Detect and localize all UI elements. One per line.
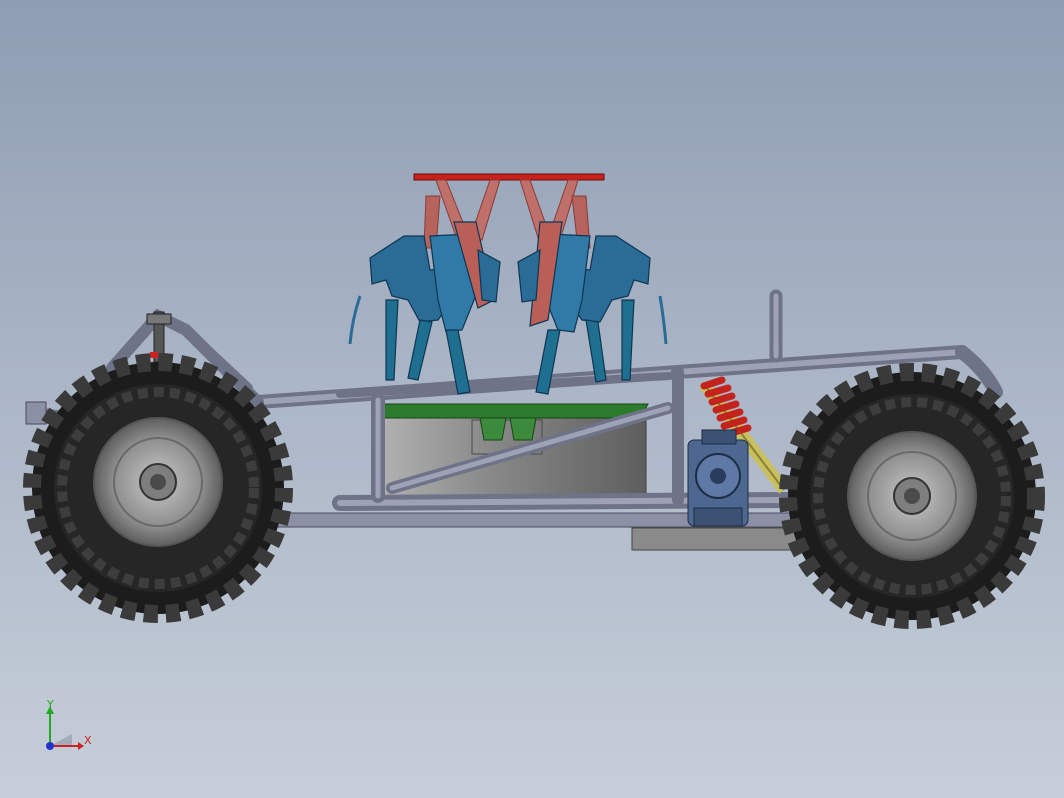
- skid-plate[interactable]: [631, 527, 811, 551]
- parallel-platform[interactable]: [413, 173, 605, 181]
- triad-x-label: X: [84, 734, 92, 747]
- reference-triad: X Y: [36, 694, 106, 764]
- triad-y-label: Y: [47, 698, 54, 711]
- motor-gearbox[interactable]: [687, 429, 749, 527]
- vehicle-model[interactable]: [0, 0, 1064, 798]
- actuator-left[interactable]: [348, 221, 501, 395]
- rear-wheel[interactable]: [779, 363, 1045, 629]
- graphics-viewport[interactable]: X Y: [0, 0, 1064, 798]
- front-wheel[interactable]: [23, 353, 293, 623]
